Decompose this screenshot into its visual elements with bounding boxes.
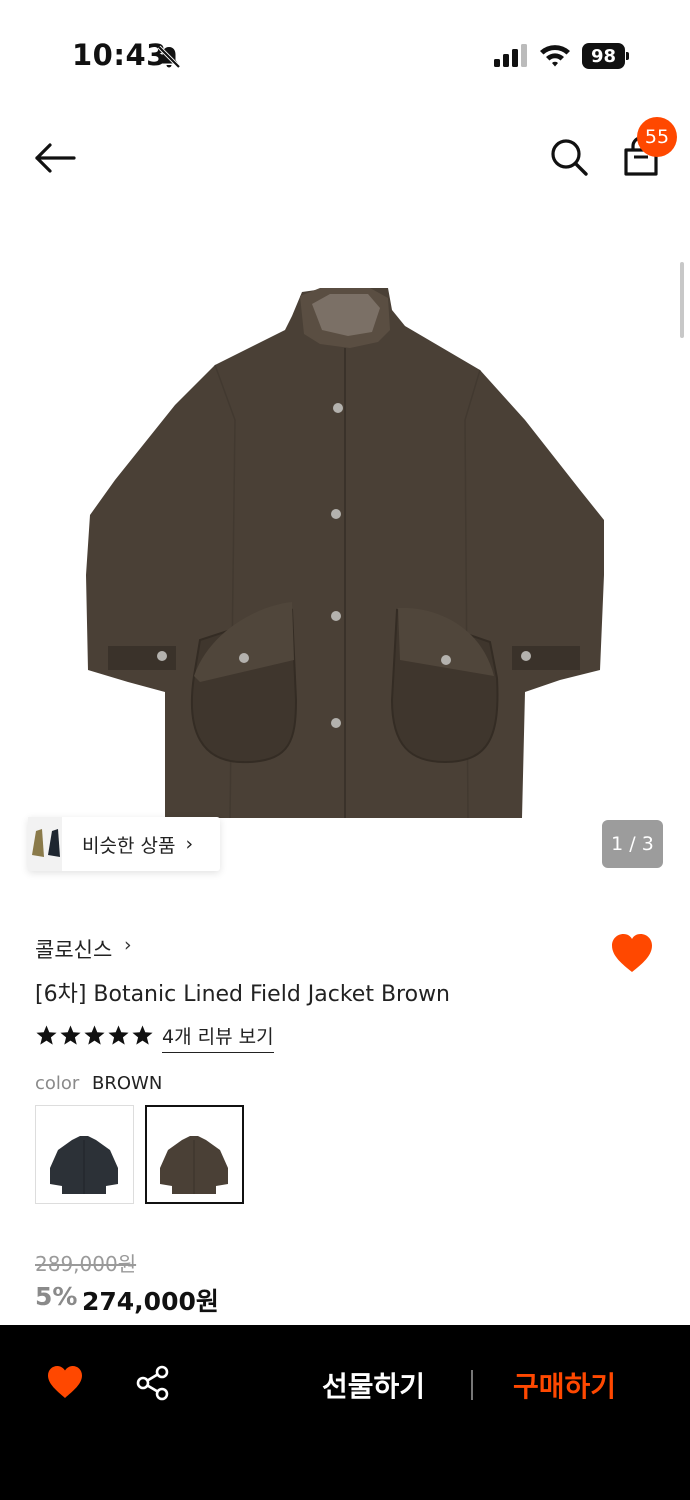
- original-price: 289,000원: [35, 1252, 137, 1276]
- product-title: [6차] Botanic Lined Field Jacket Brown: [35, 982, 451, 1007]
- chevron-right-icon: ›: [185, 833, 194, 855]
- bottom-divider: [471, 1370, 473, 1400]
- cart-count-badge: 55: [637, 117, 677, 157]
- status-bar: 10:43 98: [0, 0, 690, 110]
- share-icon[interactable]: [134, 1364, 172, 1402]
- battery-level: 98: [582, 43, 625, 69]
- bell-slash-icon: [157, 45, 181, 69]
- image-counter: 1 / 3: [602, 820, 663, 868]
- scroll-indicator: [680, 262, 684, 338]
- star-icon: [84, 1025, 105, 1045]
- star-icon: [36, 1025, 57, 1045]
- heart-icon[interactable]: [609, 932, 655, 974]
- similar-products-label: 비슷한 상품: [82, 834, 176, 857]
- brand-chevron-icon[interactable]: ›: [124, 934, 132, 956]
- discount-rate: 5%: [35, 1282, 78, 1311]
- color-swatch-brown[interactable]: [145, 1105, 244, 1204]
- color-value: BROWN: [92, 1073, 163, 1094]
- swatch-navy-jacket-image: [50, 1136, 118, 1194]
- similar-product-thumbnails: [28, 817, 62, 871]
- search-icon[interactable]: [546, 134, 592, 180]
- buy-button[interactable]: 구매하기: [513, 1365, 616, 1405]
- star-icon: [132, 1025, 153, 1045]
- back-arrow-icon[interactable]: [30, 136, 80, 180]
- color-swatch-navy[interactable]: [35, 1105, 134, 1204]
- battery-icon: 98: [582, 43, 630, 69]
- wishlist-heart-icon[interactable]: [46, 1364, 84, 1400]
- similar-products-button[interactable]: 비슷한 상품 ›: [28, 817, 220, 871]
- color-label: color: [35, 1073, 80, 1094]
- star-icon: [108, 1025, 129, 1045]
- bottom-action-bar: [0, 1325, 690, 1500]
- star-icon: [60, 1025, 81, 1045]
- battery-tip: [626, 52, 629, 60]
- review-link[interactable]: 4개 리뷰 보기: [162, 1022, 274, 1053]
- cellular-signal-icon: [494, 44, 527, 67]
- rating-stars: [35, 1024, 154, 1047]
- brand-link[interactable]: 콜로신스: [35, 934, 112, 964]
- wifi-icon: [540, 45, 570, 67]
- gift-button[interactable]: 선물하기: [322, 1365, 425, 1405]
- sale-price: 274,000원: [82, 1287, 219, 1316]
- swatch-brown-jacket-image: [160, 1136, 228, 1194]
- product-image[interactable]: [0, 230, 690, 840]
- status-time: 10:43: [72, 38, 167, 72]
